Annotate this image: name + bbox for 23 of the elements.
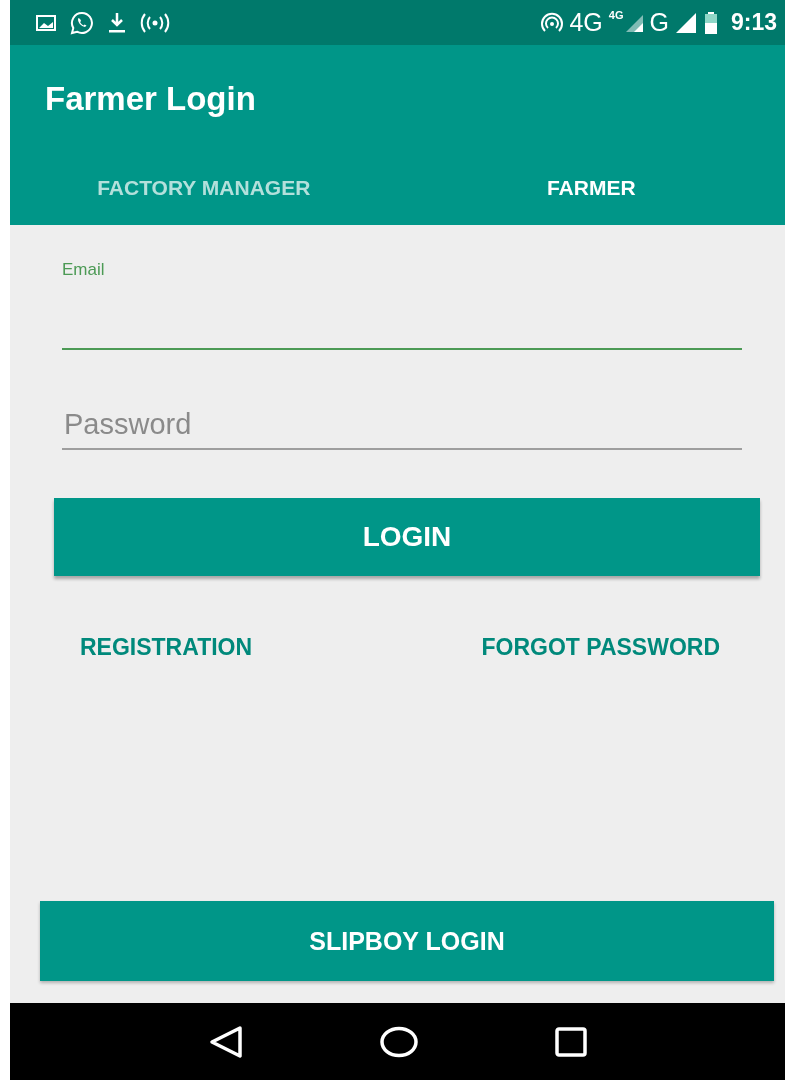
network-label: 4G [608,8,624,21]
download-icon [108,11,126,34]
hotspot-icon [541,11,564,34]
network-type: 4G [569,8,603,37]
broadcast-icon [140,12,170,33]
text-link-button[interactable]: REGISTRATION [72,626,261,669]
chat-bubble-icon [70,10,94,35]
home-icon[interactable] [380,1025,419,1058]
login-button[interactable]: LOGIN [54,498,760,576]
slipboy-login-button[interactable]: SLIPBOY LOGIN [40,901,774,981]
network-type: G [649,8,669,37]
password-field[interactable]: Password [62,404,742,450]
screen-title: Farmer Login [44,79,256,119]
recents-icon[interactable] [554,1026,587,1057]
text-link-button[interactable]: FORGOT PASSWORD [473,626,728,669]
tab[interactable]: FACTORY MANAGER [10,150,398,225]
clock-time: 9:13 [730,9,777,36]
battery-icon [702,10,719,35]
back-icon[interactable] [208,1024,245,1059]
image-icon [36,13,56,32]
signal-icon [674,11,697,34]
email-label: Email [62,260,106,280]
tab[interactable]: FARMER [397,150,785,225]
